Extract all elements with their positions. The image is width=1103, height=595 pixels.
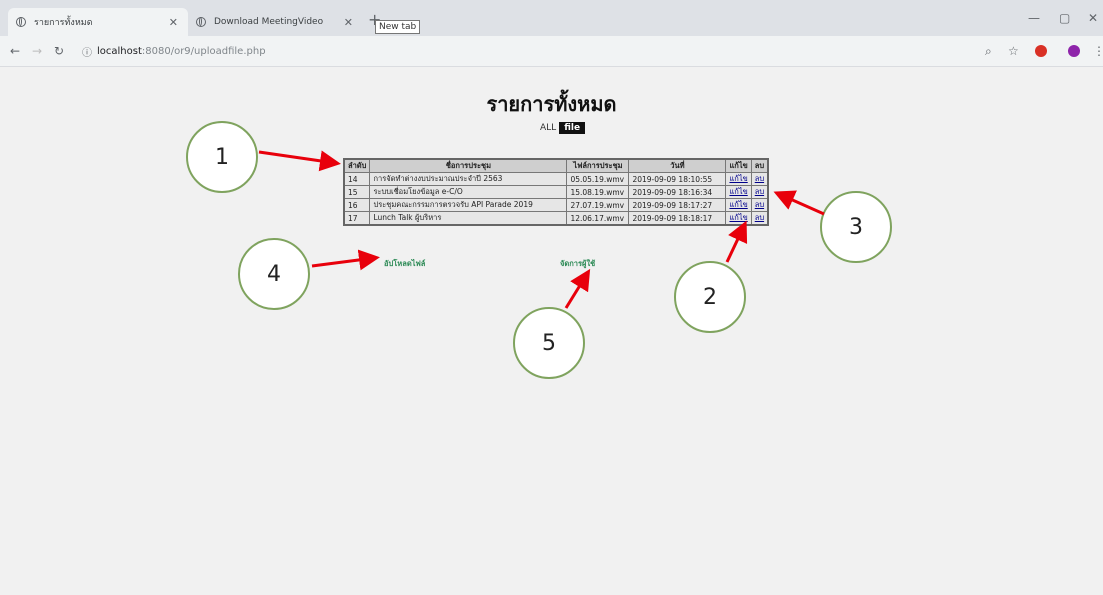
arrow-4: [311, 249, 380, 271]
arrow-1: [258, 150, 341, 172]
arrow-5: [564, 268, 591, 309]
arrow-2: [725, 220, 748, 263]
arrow-3: [773, 190, 825, 216]
annotation-arrows: [258, 150, 825, 309]
